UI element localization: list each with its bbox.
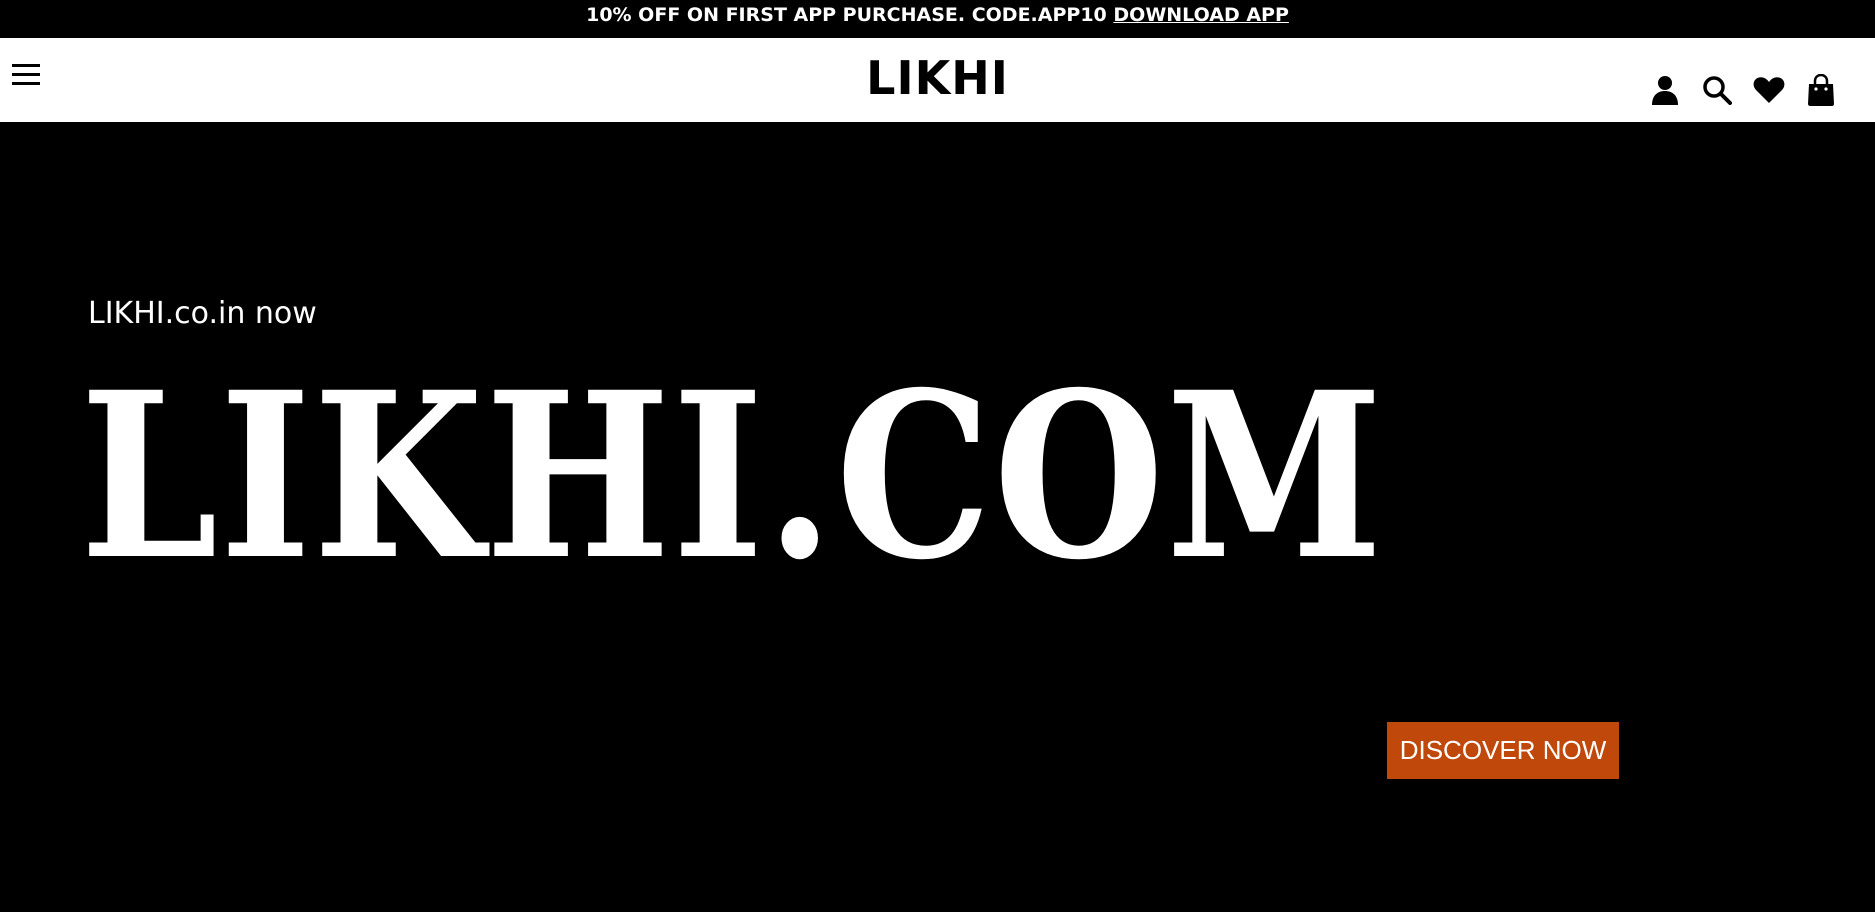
announcement-bar: 10% OFF ON FIRST APP PURCHASE. CODE.APP1… bbox=[0, 0, 1875, 38]
hero-eyebrow: LIKHI.co.in now bbox=[88, 296, 317, 331]
heart-icon[interactable] bbox=[1753, 74, 1785, 106]
announcement-text: 10% OFF ON FIRST APP PURCHASE. CODE.APP1… bbox=[586, 4, 1114, 26]
search-icon[interactable] bbox=[1701, 74, 1733, 106]
discover-now-button[interactable]: DISCOVER NOW bbox=[1387, 722, 1619, 779]
download-app-link[interactable]: DOWNLOAD APP bbox=[1113, 4, 1289, 26]
hero-banner: LIKHI.co.in now LIKHI.COM DISCOVER NOW bbox=[0, 122, 1875, 912]
site-logo-container: LIKHI bbox=[0, 52, 1875, 104]
site-header: LIKHI bbox=[0, 38, 1875, 122]
menu-icon[interactable] bbox=[12, 62, 44, 90]
hero-title: LIKHI.COM bbox=[80, 342, 1385, 610]
user-icon[interactable] bbox=[1649, 74, 1681, 106]
shopping-bag-icon[interactable] bbox=[1805, 74, 1837, 106]
site-logo[interactable]: LIKHI bbox=[866, 51, 1009, 105]
header-actions bbox=[1649, 74, 1837, 106]
